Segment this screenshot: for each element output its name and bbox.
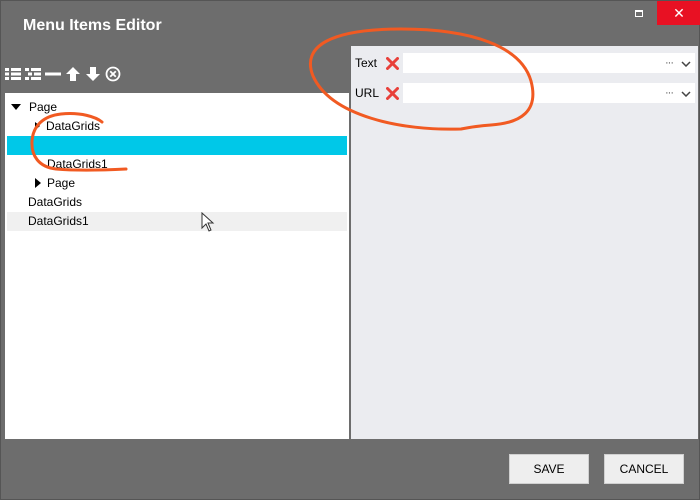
dialog-title: Menu Items Editor [23, 17, 162, 34]
property-label: URL [355, 86, 380, 100]
clear-icon[interactable] [105, 66, 121, 82]
tree-item[interactable]: DataGrids [28, 193, 82, 211]
move-down-icon[interactable] [85, 66, 101, 82]
tree-item[interactable]: DataGrids [35, 117, 100, 135]
tree-item[interactable]: DataGrids1 [47, 155, 108, 173]
title-bar: Menu Items Editor ✕ [1, 1, 700, 51]
tree-item-label: DataGrids1 [28, 214, 89, 228]
add-child-item-icon[interactable] [25, 66, 41, 82]
close-icon: ✕ [673, 4, 685, 21]
chevron-down-icon[interactable] [681, 54, 691, 72]
tree-item-label: DataGrids [28, 195, 83, 209]
tree-item-label: DataGrids1 [47, 157, 108, 171]
tree-item[interactable]: Page [35, 174, 75, 192]
properties-panel: Text ··· URL ··· [351, 46, 698, 439]
add-item-icon[interactable] [5, 66, 21, 82]
expanded-triangle-icon[interactable] [11, 104, 21, 110]
tree-item-label: DataGrids [46, 119, 101, 133]
tree-item-selected[interactable] [7, 136, 347, 155]
menu-items-editor-dialog: Menu Items Editor ✕ Page DataGrids DataG… [0, 0, 700, 500]
save-button[interactable]: SAVE [509, 454, 589, 484]
property-row-url: URL ··· [351, 81, 698, 105]
menu-tree: Page DataGrids DataGrids1 Page DataGrids… [5, 93, 349, 439]
collapsed-triangle-icon[interactable] [35, 122, 40, 130]
ellipsis-button[interactable]: ··· [665, 57, 674, 69]
ellipsis-button[interactable]: ··· [665, 87, 674, 99]
remove-property-icon[interactable] [381, 81, 403, 105]
mouse-cursor-icon [201, 212, 215, 232]
remove-property-icon[interactable] [381, 51, 403, 75]
tree-item-label: Page [29, 100, 58, 114]
remove-item-icon[interactable] [45, 66, 61, 82]
url-property-input[interactable]: ··· [403, 83, 695, 103]
tree-item[interactable]: DataGrids1 [28, 212, 89, 230]
text-property-input[interactable]: ··· [403, 53, 695, 73]
property-row-text: Text ··· [351, 51, 698, 75]
close-button[interactable]: ✕ [657, 1, 700, 25]
property-label: Text [355, 56, 378, 70]
cancel-button[interactable]: CANCEL [604, 454, 684, 484]
collapsed-triangle-icon[interactable] [35, 178, 41, 188]
maximize-button[interactable] [627, 1, 651, 25]
tree-toolbar [5, 65, 121, 83]
tree-item-label: Page [47, 176, 76, 190]
chevron-down-icon[interactable] [681, 84, 691, 102]
move-up-icon[interactable] [65, 66, 81, 82]
maximize-icon [635, 9, 643, 17]
tree-item[interactable]: Page [11, 98, 57, 116]
